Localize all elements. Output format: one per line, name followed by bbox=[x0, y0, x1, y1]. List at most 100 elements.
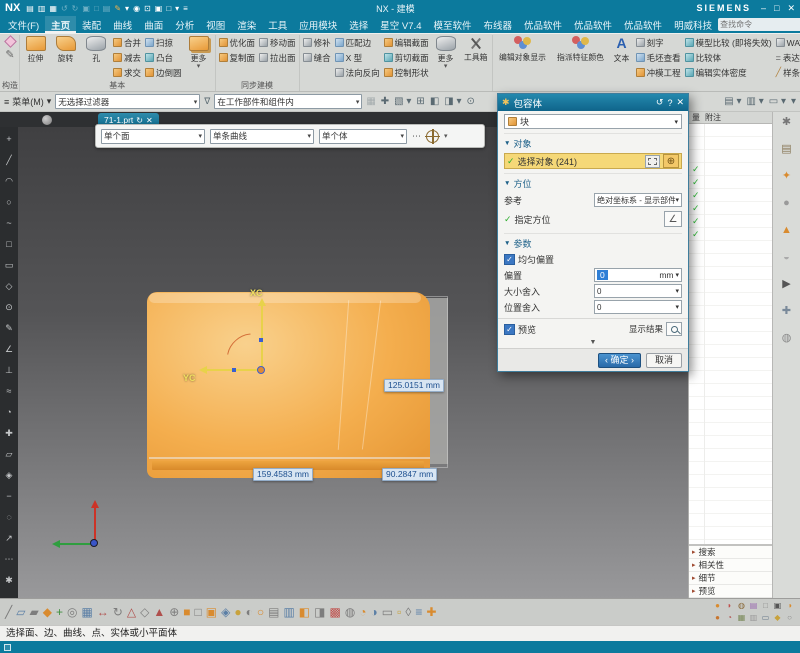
br-icon-7[interactable]: ◑ bbox=[784, 601, 795, 612]
table-row[interactable] bbox=[689, 280, 772, 293]
expression-button[interactable]: =表达式 bbox=[774, 50, 800, 65]
constraint-navigator-icon[interactable]: ● bbox=[783, 197, 790, 209]
curve-rule-combo[interactable]: 单条曲线▾ bbox=[210, 129, 314, 144]
selection-filter-combo[interactable]: 无选择过滤器▾ bbox=[55, 94, 200, 109]
table-row[interactable] bbox=[689, 397, 772, 410]
tab-youpin-2[interactable]: 优品软件 bbox=[568, 16, 618, 33]
assign-feature-color-button[interactable]: 指派特征颜色 bbox=[552, 35, 610, 63]
patch-button[interactable]: 修补 bbox=[301, 35, 333, 50]
cylinder-icon[interactable]: ▣ bbox=[206, 605, 217, 619]
table-row[interactable] bbox=[689, 410, 772, 423]
clip-section-button[interactable]: 剪切截面 bbox=[382, 50, 431, 65]
br-icon-4[interactable]: ▤ bbox=[748, 601, 759, 612]
toolbox-button[interactable]: 工具箱 bbox=[461, 35, 491, 63]
axis-drag-handle[interactable] bbox=[259, 338, 263, 342]
sphere-icon[interactable]: ◈ bbox=[221, 605, 230, 619]
left-tool-icon[interactable]: ╱ bbox=[6, 150, 11, 171]
br-icon-13[interactable]: ◆ bbox=[772, 613, 783, 624]
reverse-normal-button[interactable]: 法向反向 bbox=[333, 65, 382, 80]
copy-face-button[interactable]: 复制面 bbox=[217, 50, 258, 65]
table-row[interactable] bbox=[689, 384, 772, 397]
new-file-icon[interactable]: ▤ bbox=[26, 4, 34, 13]
assembly-navigator-icon[interactable]: ✦ bbox=[782, 170, 791, 182]
left-tool-icon[interactable]: ◈ bbox=[6, 465, 13, 486]
tab-router[interactable]: 布线器 bbox=[478, 16, 519, 33]
left-tool-icon[interactable]: ◇ bbox=[6, 276, 13, 297]
selection-scope-combo[interactable]: 在工作部件和组件内▾ bbox=[214, 94, 362, 109]
hole-button[interactable]: 孔 bbox=[81, 35, 111, 64]
grid-toggle-icon[interactable] bbox=[42, 115, 52, 125]
close-button[interactable]: ✕ bbox=[787, 3, 795, 14]
plane-icon[interactable]: ◇ bbox=[140, 605, 149, 619]
sweep-button[interactable]: 扫掠 bbox=[143, 35, 184, 50]
scale-icon[interactable]: ▫ bbox=[397, 605, 401, 619]
left-tool-icon[interactable]: ◌ bbox=[6, 507, 11, 528]
basic-more-button[interactable]: 更多▾ bbox=[184, 35, 214, 70]
datum-plane-icon[interactable]: ▱ bbox=[16, 605, 25, 619]
left-tool-icon[interactable]: ∠ bbox=[5, 339, 13, 360]
subtract-button[interactable]: 减去 bbox=[111, 50, 143, 65]
table-row[interactable] bbox=[689, 488, 772, 501]
shaded-icon[interactable]: ◧ bbox=[430, 96, 439, 107]
construct-sketch-icon[interactable] bbox=[4, 35, 17, 48]
table-row[interactable] bbox=[689, 137, 772, 150]
render-style-icon[interactable]: ◨ ▾ bbox=[444, 96, 461, 107]
overflow-icon[interactable]: ⋯ bbox=[412, 131, 421, 142]
br-icon-11[interactable]: ▥ bbox=[748, 613, 759, 624]
table-row[interactable]: ✓ bbox=[689, 202, 772, 215]
hd3d-tools-icon[interactable]: ▶ bbox=[782, 278, 790, 290]
table-row[interactable] bbox=[689, 332, 772, 345]
tab-xingkong[interactable]: 星空 V7.4 bbox=[374, 16, 427, 33]
window-frame-icon[interactable]: ▭ ▾ bbox=[769, 96, 786, 107]
mirror-icon[interactable]: ▩ bbox=[329, 605, 340, 619]
left-tool-icon[interactable]: ⊙ bbox=[5, 297, 13, 318]
table-row[interactable]: ✓ bbox=[689, 163, 772, 176]
crosshair-button[interactable]: ⊕ bbox=[663, 154, 679, 168]
selection-box-button[interactable] bbox=[645, 155, 660, 168]
dialog-reset-button[interactable]: ↺ bbox=[656, 97, 664, 108]
sketch-pencil-icon[interactable]: ✎ bbox=[5, 48, 14, 63]
split-body-icon[interactable]: ◔ bbox=[359, 605, 366, 619]
dialog-close-button[interactable]: ✕ bbox=[676, 97, 684, 108]
tab-home[interactable]: 主页 bbox=[45, 16, 76, 33]
grid-icon[interactable]: ▦ bbox=[81, 605, 92, 619]
match-edge-button[interactable]: 匹配边 bbox=[333, 35, 382, 50]
cut-icon[interactable]: ▣ bbox=[82, 4, 90, 13]
body-rule-combo[interactable]: 单个体▾ bbox=[319, 129, 407, 144]
rotate-object-icon[interactable]: ↻ bbox=[113, 605, 123, 619]
cancel-button[interactable]: 取消 bbox=[646, 353, 682, 368]
unite-icon[interactable]: ● bbox=[234, 605, 241, 619]
text-button[interactable]: A文本 bbox=[610, 35, 634, 64]
type-combo[interactable]: 块▾ bbox=[504, 114, 682, 129]
filter-funnel-icon[interactable]: ∇ bbox=[204, 96, 210, 107]
copy-display-icon[interactable]: ▣ bbox=[155, 4, 163, 13]
box-icon[interactable]: □ bbox=[195, 605, 202, 619]
left-tool-icon[interactable]: + bbox=[6, 129, 11, 150]
dialog-title-bar[interactable]: ✱ 包容体 ↺ ? ✕ bbox=[498, 94, 688, 111]
br-icon-8[interactable]: ● bbox=[712, 613, 723, 624]
redo-icon[interactable]: ↻ bbox=[72, 4, 79, 13]
command-finder-input[interactable] bbox=[720, 20, 800, 29]
table-row[interactable] bbox=[689, 436, 772, 449]
switch-window-icon[interactable]: ▾ bbox=[175, 4, 179, 13]
table-row[interactable] bbox=[689, 150, 772, 163]
section-object[interactable]: ▼对象 bbox=[504, 133, 682, 150]
quantity-column-header[interactable]: 量 bbox=[689, 112, 705, 123]
trim-body-icon[interactable]: ◍ bbox=[345, 605, 355, 619]
left-tool-icon[interactable]: ~ bbox=[6, 213, 11, 234]
nav-section-dependencies[interactable]: ▸相关性 bbox=[689, 559, 772, 572]
tab-tools[interactable]: 工具 bbox=[262, 16, 293, 33]
wave-linker-button[interactable]: WAVE 几何链接器 bbox=[774, 35, 800, 50]
edit-density-button[interactable]: 编辑实体密度 bbox=[683, 65, 774, 80]
undo-icon[interactable]: ↺ bbox=[61, 4, 68, 13]
table-row[interactable] bbox=[689, 371, 772, 384]
br-icon-10[interactable]: ▦ bbox=[736, 613, 747, 624]
br-icon-9[interactable]: ◔ bbox=[724, 613, 735, 624]
br-icon-1[interactable]: ● bbox=[712, 601, 723, 612]
uniform-offset-checkbox[interactable]: ✓ bbox=[504, 254, 515, 265]
roles-gear-icon[interactable]: ✱ bbox=[782, 116, 791, 128]
offset-field[interactable]: 0 mm▾ bbox=[594, 268, 682, 282]
xform-button[interactable]: X 型 bbox=[333, 50, 382, 65]
unite-button[interactable]: 合并 bbox=[111, 35, 143, 50]
model-compare-button[interactable]: 模型比较 (即将失效) bbox=[683, 35, 774, 50]
